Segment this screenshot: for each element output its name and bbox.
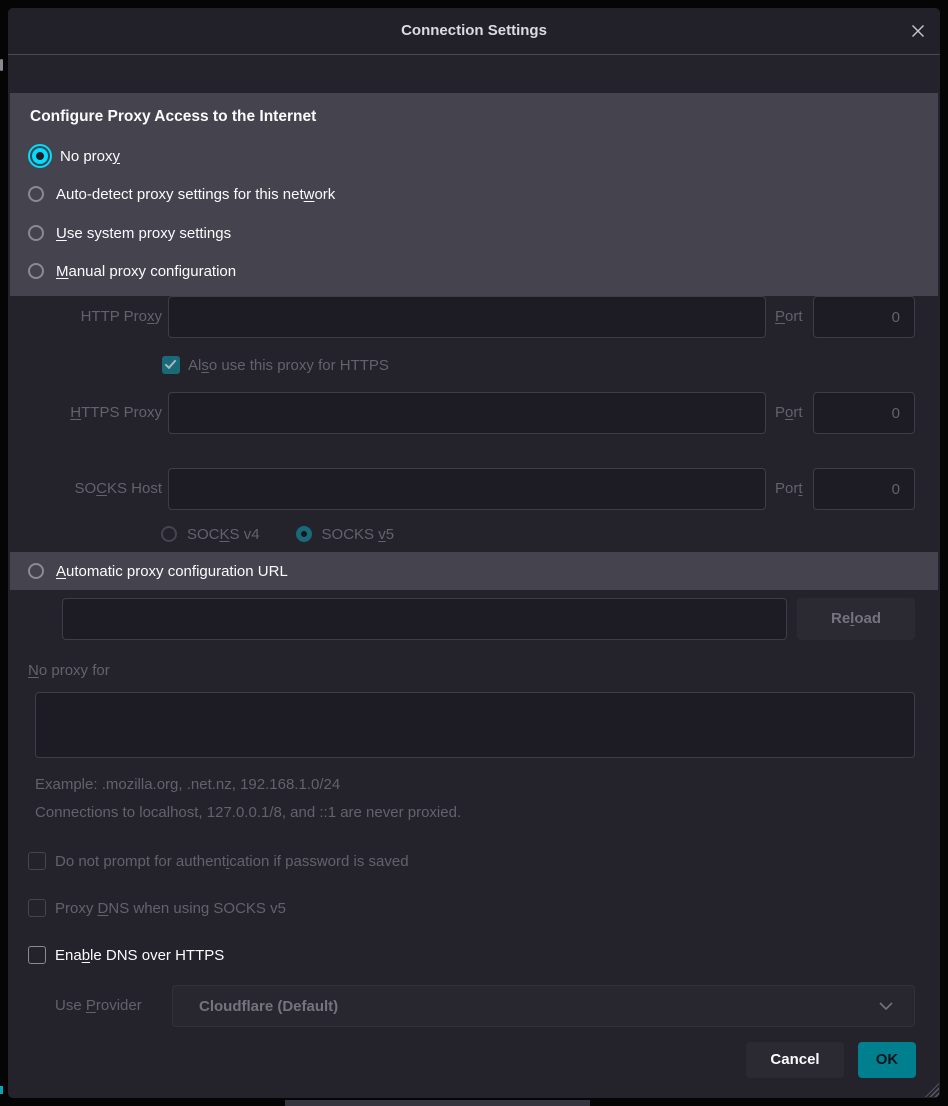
https-proxy-label: HTTPS Proxy	[8, 392, 162, 434]
radio-row-system[interactable]: Use system proxy settings	[28, 221, 231, 245]
no-proxy-example-text: Example: .mozilla.org, .net.nz, 192.168.…	[35, 774, 340, 796]
http-port-label: Port	[775, 296, 803, 338]
enable-doh-label: Enable DNS over HTTPS	[55, 947, 224, 964]
resize-gripper-icon[interactable]	[925, 1083, 939, 1097]
socks-version-row: SOCKS v4 SOCKS v5	[161, 522, 394, 546]
also-https-label: Also use this proxy for HTTPS	[188, 357, 389, 374]
radio-row-autodetect[interactable]: Auto-detect proxy settings for this netw…	[28, 182, 335, 206]
radio-socks-v4	[161, 526, 177, 542]
socks-port-input	[813, 468, 915, 510]
radio-system[interactable]	[28, 225, 44, 241]
socks-host-input	[168, 468, 766, 510]
https-proxy-input	[168, 392, 766, 434]
radio-system-label: Use system proxy settings	[56, 225, 231, 242]
enable-doh-checkbox[interactable]	[28, 946, 46, 964]
also-https-row: Also use this proxy for HTTPS	[162, 353, 389, 377]
provider-dropdown: Cloudflare (Default)	[172, 985, 915, 1027]
proxy-dns-row: Proxy DNS when using SOCKS v5	[28, 896, 286, 920]
use-provider-label: Use Provider	[55, 985, 142, 1027]
http-proxy-input	[168, 296, 766, 338]
http-proxy-label: HTTP Proxy	[8, 296, 162, 338]
no-prompt-checkbox	[28, 852, 46, 870]
enable-doh-row[interactable]: Enable DNS over HTTPS	[28, 943, 224, 967]
radio-socks-v5	[296, 526, 312, 542]
dialog-titlebar: Connection Settings	[8, 8, 940, 55]
socks-v4-label: SOCKS v4	[187, 526, 260, 543]
dialog-title: Connection Settings	[8, 8, 940, 54]
radio-autodetect-label: Auto-detect proxy settings for this netw…	[56, 186, 335, 203]
socks-port-label: Port	[775, 468, 803, 510]
proxy-dns-label: Proxy DNS when using SOCKS v5	[55, 900, 286, 917]
socks-host-label: SOCKS Host	[8, 468, 162, 510]
also-https-checkbox	[162, 356, 180, 374]
no-proxy-note-text: Connections to localhost, 127.0.0.1/8, a…	[35, 802, 461, 824]
auto-url-label: Automatic proxy configuration URL	[56, 563, 288, 580]
radio-manual-label: Manual proxy configuration	[56, 263, 236, 280]
radio-row-no-proxy[interactable]: No proxy	[28, 144, 120, 168]
chevron-down-icon	[878, 1001, 894, 1011]
no-proxy-for-textarea	[35, 692, 915, 758]
radio-no-proxy-label: No proxy	[60, 148, 120, 165]
radio-autodetect[interactable]	[28, 186, 44, 202]
close-button[interactable]	[904, 17, 932, 45]
radio-row-manual[interactable]: Manual proxy configuration	[28, 259, 236, 283]
connection-settings-dialog: Connection Settings Configure Proxy Acce…	[8, 8, 940, 1098]
radio-manual[interactable]	[28, 263, 44, 279]
radio-no-proxy[interactable]	[32, 148, 48, 164]
proxy-dns-checkbox	[28, 899, 46, 917]
https-port-label: Port	[775, 392, 803, 434]
close-icon	[910, 23, 926, 39]
provider-dropdown-value: Cloudflare (Default)	[199, 998, 878, 1015]
section-heading: Configure Proxy Access to the Internet	[30, 105, 316, 129]
ok-button[interactable]: OK	[858, 1042, 916, 1078]
no-prompt-row: Do not prompt for authentication if pass…	[28, 849, 409, 873]
auto-url-input	[62, 598, 787, 640]
backdrop-artifact	[285, 1100, 590, 1106]
backdrop-artifact	[0, 59, 3, 71]
radio-row-auto-url[interactable]: Automatic proxy configuration URL	[28, 559, 288, 583]
reload-button: Reload	[797, 598, 915, 640]
http-port-input	[813, 296, 915, 338]
no-prompt-label: Do not prompt for authentication if pass…	[55, 853, 409, 870]
socks-v5-label: SOCKS v5	[322, 526, 395, 543]
no-proxy-for-label: No proxy for	[28, 660, 110, 682]
backdrop-artifact	[0, 1086, 3, 1094]
cancel-button[interactable]: Cancel	[746, 1042, 844, 1078]
radio-auto-url[interactable]	[28, 563, 44, 579]
https-port-input	[813, 392, 915, 434]
